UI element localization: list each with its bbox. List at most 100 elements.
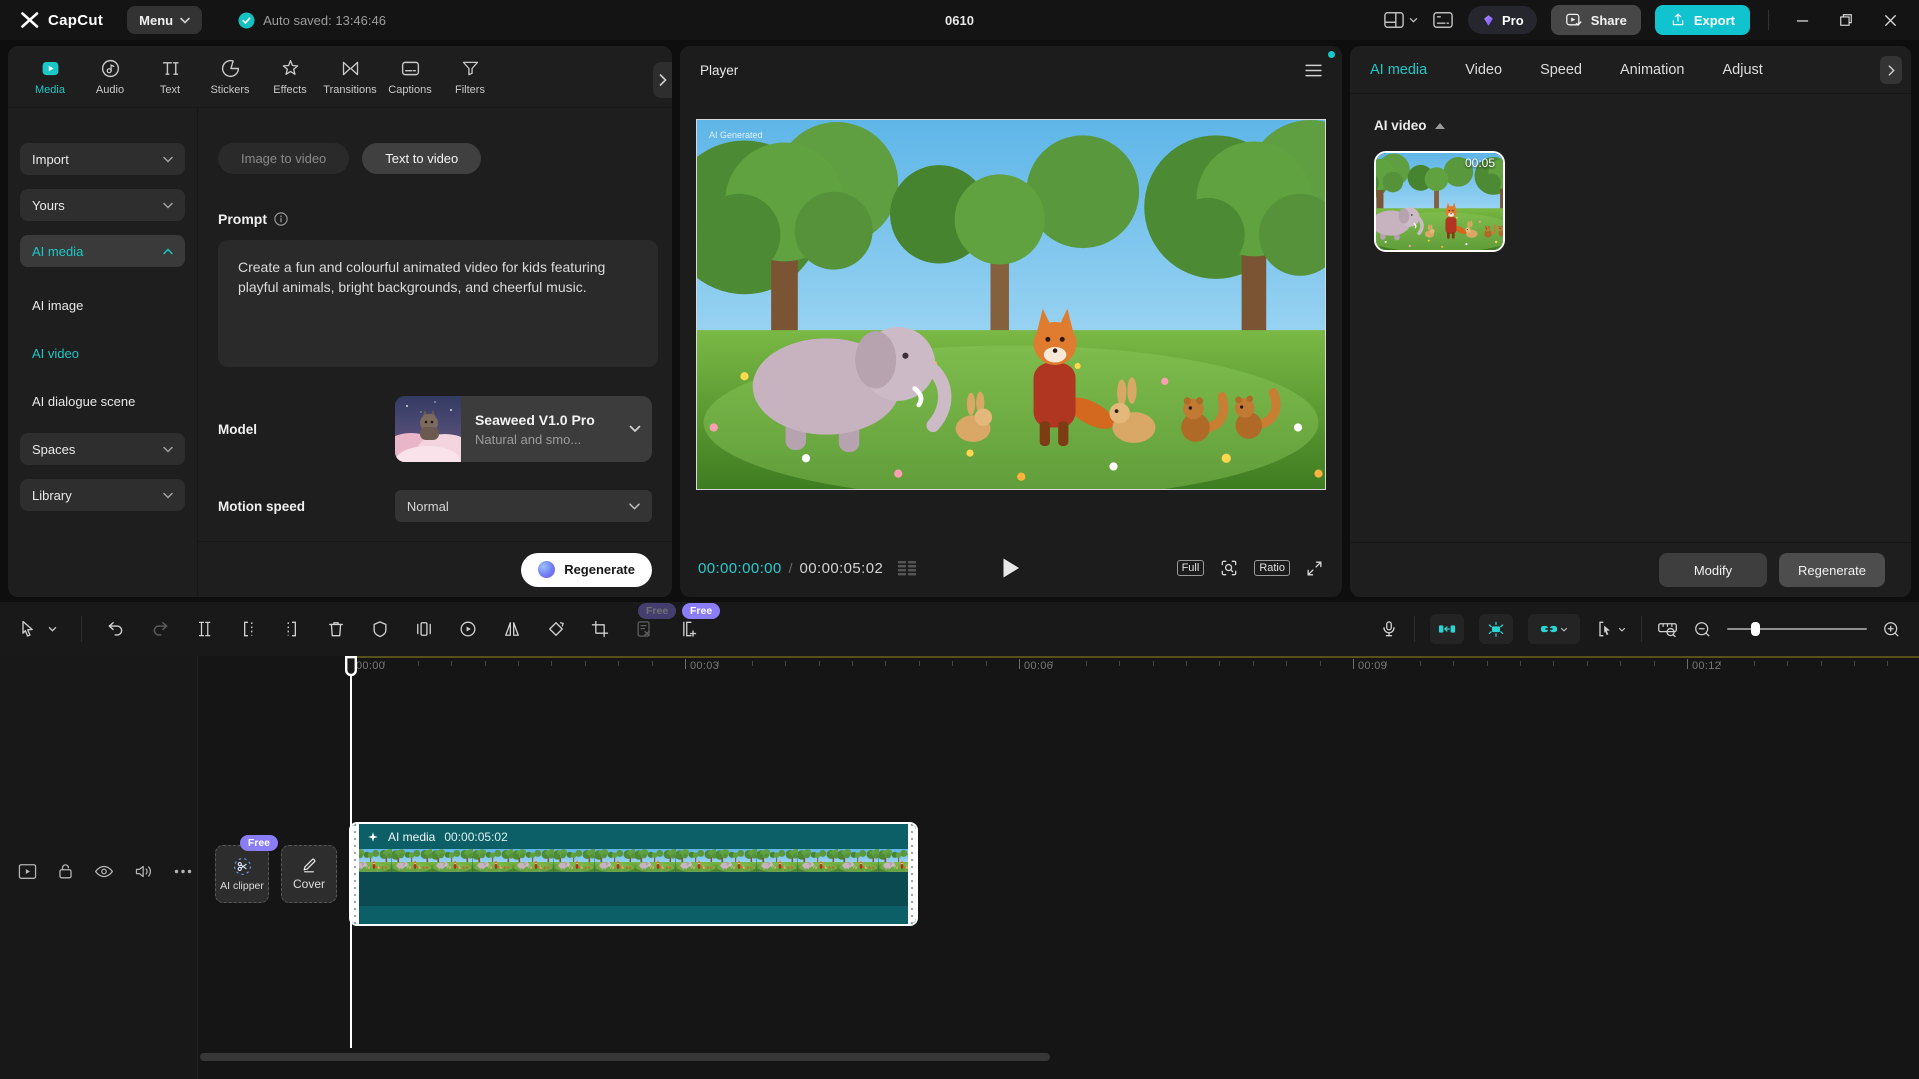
speed-button[interactable] — [458, 619, 478, 639]
track-select-mode-button[interactable] — [1595, 619, 1626, 639]
ai-clipper-button[interactable]: Free AI clipper — [215, 845, 269, 903]
mirror-button[interactable] — [502, 619, 522, 639]
subtitle-panel-icon[interactable] — [1432, 10, 1454, 30]
menu-button[interactable]: Menu — [127, 6, 202, 34]
share-button[interactable]: Share — [1551, 5, 1641, 35]
motion-speed-select[interactable]: Normal — [395, 490, 652, 522]
sidebar-item-spaces[interactable]: Spaces — [20, 433, 185, 465]
link-toggle-button[interactable] — [1528, 614, 1580, 644]
free-badge: Free — [638, 603, 676, 619]
clip-trim-handle-right[interactable] — [908, 824, 916, 924]
lock-track-icon[interactable] — [57, 862, 74, 880]
sidebar-item-ai-video[interactable]: AI video — [20, 329, 185, 377]
sidebar-item-ai-media[interactable]: AI media — [20, 235, 185, 267]
delete-right-button[interactable] — [282, 619, 302, 639]
tab-captions[interactable]: Captions — [380, 58, 440, 96]
redo-button[interactable] — [150, 619, 170, 639]
auto-preview-toggle-button[interactable] — [1479, 614, 1513, 644]
timeline-zoom-slider[interactable] — [1727, 622, 1867, 636]
minimize-button[interactable] — [1787, 5, 1817, 35]
mask-button[interactable] — [370, 619, 390, 639]
prompt-input[interactable]: Create a fun and colourful animated vide… — [218, 240, 658, 367]
play-button[interactable] — [1001, 557, 1021, 579]
tab-image-to-video[interactable]: Image to video — [218, 143, 349, 174]
full-preview-button[interactable]: Full — [1177, 560, 1205, 576]
video-preview[interactable]: AI Generated — [696, 119, 1326, 490]
hide-track-icon[interactable] — [94, 864, 114, 879]
tab-rail-expand-button[interactable] — [653, 62, 672, 98]
topbar-separator — [1768, 10, 1769, 30]
export-button[interactable]: Export — [1655, 5, 1750, 35]
tab-transitions[interactable]: Transitions — [320, 58, 380, 96]
filmstrip-frame — [676, 849, 717, 906]
regenerate-button[interactable]: Regenerate — [521, 553, 652, 587]
delete-button[interactable] — [326, 619, 346, 639]
sidebar-item-library[interactable]: Library — [20, 479, 185, 511]
overlay-button[interactable] — [414, 619, 434, 639]
regenerate-result-button[interactable]: Regenerate — [1779, 553, 1885, 587]
restore-button[interactable] — [1831, 5, 1861, 35]
more-options-icon[interactable] — [174, 869, 192, 874]
playhead-handle[interactable] — [344, 656, 358, 678]
zoom-out-button[interactable] — [1693, 620, 1712, 639]
playhead-line[interactable] — [350, 658, 352, 1048]
smart-edit-button[interactable]: Free — [634, 619, 654, 639]
tab-audio[interactable]: Audio — [80, 58, 140, 96]
main-track-icon[interactable] — [18, 863, 37, 880]
tab-media[interactable]: Media — [20, 58, 80, 96]
tab-effects[interactable]: Effects — [260, 58, 320, 96]
ai-video-section-header[interactable]: AI video — [1374, 118, 1911, 133]
player-menu-icon[interactable] — [1305, 64, 1322, 77]
close-button[interactable] — [1875, 5, 1905, 35]
ruler-tick-minor — [952, 661, 953, 666]
delete-left-button[interactable] — [238, 619, 258, 639]
tab-animation[interactable]: Animation — [1620, 62, 1684, 78]
cover-button[interactable]: Cover — [281, 845, 337, 903]
modify-button[interactable]: Modify — [1659, 553, 1767, 587]
select-tool-chevron[interactable] — [48, 626, 57, 632]
extract-frame-button[interactable]: Free — [678, 619, 698, 639]
pro-badge[interactable]: Pro — [1468, 6, 1537, 34]
ratio-button[interactable]: Ratio — [1254, 560, 1290, 576]
ruler-tick-minor — [1119, 661, 1120, 666]
fullscreen-icon[interactable] — [1305, 559, 1324, 578]
tab-filters[interactable]: Filters — [440, 58, 500, 96]
split-button[interactable] — [194, 619, 214, 639]
app-name: CapCut — [48, 12, 103, 29]
filmstrip-frame — [798, 849, 839, 906]
clip-trim-handle-left[interactable] — [351, 824, 359, 924]
rotate-button[interactable] — [546, 619, 566, 639]
tab-video[interactable]: Video — [1465, 62, 1502, 78]
sidebar-item-ai-dialogue-scene[interactable]: AI dialogue scene — [20, 377, 185, 425]
crop-button[interactable] — [590, 619, 610, 639]
undo-button[interactable] — [106, 619, 126, 639]
adapt-timeline-button[interactable] — [1657, 619, 1678, 639]
info-icon[interactable] — [274, 212, 288, 226]
sidebar-item-import[interactable]: Import — [20, 143, 185, 175]
properties-tabs-expand-button[interactable] — [1880, 56, 1902, 84]
sidebar-item-ai-image[interactable]: AI image — [20, 281, 185, 329]
select-tool-button[interactable] — [18, 619, 38, 639]
tab-text-to-video[interactable]: Text to video — [362, 143, 481, 174]
frame-by-frame-icon[interactable] — [897, 560, 917, 576]
tab-ai-media[interactable]: AI media — [1370, 62, 1427, 78]
quality-preview-icon[interactable] — [1219, 558, 1239, 578]
filters-icon — [460, 58, 481, 79]
zoom-in-button[interactable] — [1882, 620, 1901, 639]
tab-speed[interactable]: Speed — [1540, 62, 1582, 78]
snap-toggle-button[interactable] — [1430, 614, 1464, 644]
ai-media-clip[interactable]: AI media 00:00:05:02 — [349, 822, 918, 926]
sidebar-item-yours[interactable]: Yours — [20, 189, 185, 221]
tab-text[interactable]: Text — [140, 58, 200, 96]
record-voiceover-button[interactable] — [1379, 619, 1399, 639]
ai-video-result-thumbnail[interactable]: 00:05 — [1374, 151, 1505, 252]
timeline-ruler[interactable]: 00:0000:0300:0600:0900:12 — [0, 656, 1919, 682]
tab-stickers[interactable]: Stickers — [200, 58, 260, 96]
ruler-tick-label: 00:09 — [1358, 660, 1387, 672]
tab-adjust[interactable]: Adjust — [1722, 62, 1762, 78]
model-select[interactable]: Seaweed V1.0 Pro Natural and smo... — [395, 396, 652, 462]
timeline-scrollbar[interactable] — [200, 1053, 1050, 1061]
layout-panels-icon[interactable] — [1383, 10, 1418, 30]
zoom-slider-handle[interactable] — [1751, 622, 1760, 636]
mute-track-icon[interactable] — [134, 863, 154, 880]
